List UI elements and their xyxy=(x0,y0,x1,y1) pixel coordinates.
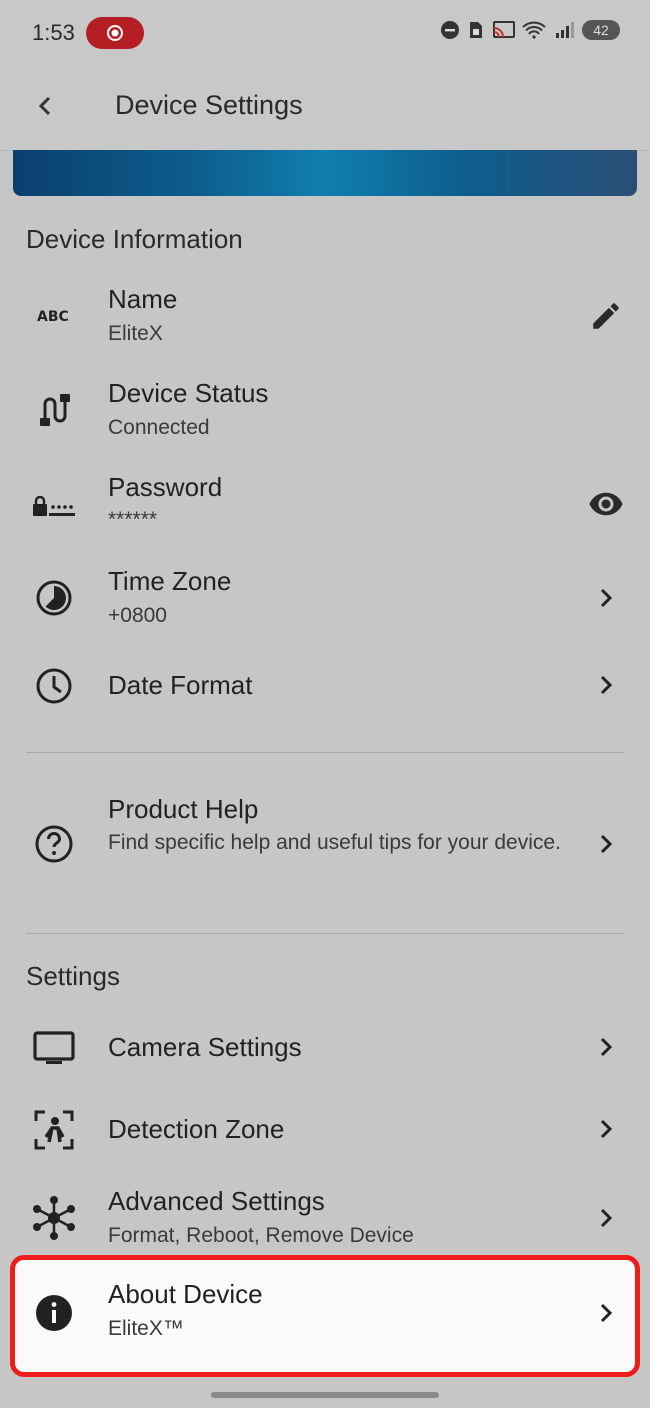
monitor-icon xyxy=(30,1024,78,1072)
divider xyxy=(26,752,624,753)
app-bar: Device Settings xyxy=(0,62,650,151)
status-time: 1:53 xyxy=(32,20,75,45)
help-icon xyxy=(30,820,78,868)
about-device-title: About Device xyxy=(108,1279,263,1309)
product-help-description: Find specific help and useful tips for y… xyxy=(108,831,561,854)
product-help-row[interactable]: Product Help Find specific help and usef… xyxy=(0,782,650,902)
time-zone-value: +0800 xyxy=(108,604,167,627)
back-button[interactable] xyxy=(28,88,64,124)
back-arrow-icon xyxy=(38,96,51,116)
detection-zone-icon xyxy=(30,1106,78,1154)
date-format-row[interactable]: Date Format xyxy=(0,646,650,726)
edit-name-button[interactable] xyxy=(586,296,626,336)
name-title: Name xyxy=(108,284,178,314)
record-icon xyxy=(107,25,123,41)
name-value: EliteX xyxy=(108,322,163,345)
name-row[interactable]: ABC Name EliteX xyxy=(0,270,650,364)
time-zone-row[interactable]: Time Zone +0800 xyxy=(0,552,650,646)
eye-icon xyxy=(589,492,623,516)
hub-icon xyxy=(30,1194,78,1242)
camera-settings-row[interactable]: Camera Settings xyxy=(0,1008,650,1088)
device-status-value: Connected xyxy=(108,416,210,439)
divider xyxy=(26,933,624,934)
chevron-right-icon xyxy=(586,665,626,705)
settings-header: Settings xyxy=(26,961,120,991)
show-password-button[interactable] xyxy=(586,484,626,524)
svg-text:ABC: ABC xyxy=(37,309,69,325)
password-title: Password xyxy=(108,472,223,502)
password-lock-icon xyxy=(30,482,78,530)
chevron-right-icon xyxy=(586,1027,626,1067)
wifi-icon xyxy=(522,21,546,39)
about-device-value: EliteX™ xyxy=(108,1317,184,1340)
device-information-header: Device Information xyxy=(26,224,243,254)
page-title: Device Settings xyxy=(115,90,303,120)
about-device-row[interactable]: About Device EliteX™ xyxy=(0,1265,650,1365)
chevron-right-icon xyxy=(586,578,626,618)
cast-icon xyxy=(493,21,515,38)
product-help-title: Product Help xyxy=(108,794,259,824)
pencil-icon xyxy=(593,303,619,329)
device-status-title: Device Status xyxy=(108,378,269,408)
sim-icon xyxy=(470,22,482,38)
chevron-right-icon xyxy=(586,824,626,864)
home-indicator[interactable] xyxy=(211,1392,439,1398)
info-icon xyxy=(30,1289,78,1337)
device-banner xyxy=(13,150,637,196)
chevron-right-icon xyxy=(586,1198,626,1238)
advanced-settings-value: Format, Reboot, Remove Device xyxy=(108,1224,414,1247)
status-bar: 1:53 42 xyxy=(0,0,650,62)
advanced-settings-row[interactable]: Advanced Settings Format, Reboot, Remove… xyxy=(0,1172,650,1266)
detection-zone-title: Detection Zone xyxy=(108,1114,285,1144)
password-row: Password ****** xyxy=(0,458,650,552)
password-value: ****** xyxy=(108,508,158,531)
time-zone-title: Time Zone xyxy=(108,566,232,596)
chevron-right-icon xyxy=(586,1109,626,1149)
cable-icon xyxy=(30,386,78,434)
abc-icon: ABC xyxy=(30,292,78,340)
clock-icon xyxy=(30,662,78,710)
status-icons: 42 xyxy=(440,20,620,40)
battery-indicator: 42 xyxy=(582,20,620,40)
camera-settings-title: Camera Settings xyxy=(108,1032,302,1062)
screen-record-indicator[interactable] xyxy=(86,17,144,49)
detection-zone-row[interactable]: Detection Zone xyxy=(0,1090,650,1170)
date-format-title: Date Format xyxy=(108,670,253,700)
signal-icon xyxy=(556,22,574,38)
do-not-disturb-icon xyxy=(441,21,459,39)
chevron-right-icon xyxy=(586,1293,626,1333)
device-status-row: Device Status Connected xyxy=(0,364,650,458)
time-zone-clock-icon xyxy=(30,574,78,622)
advanced-settings-title: Advanced Settings xyxy=(108,1186,325,1216)
